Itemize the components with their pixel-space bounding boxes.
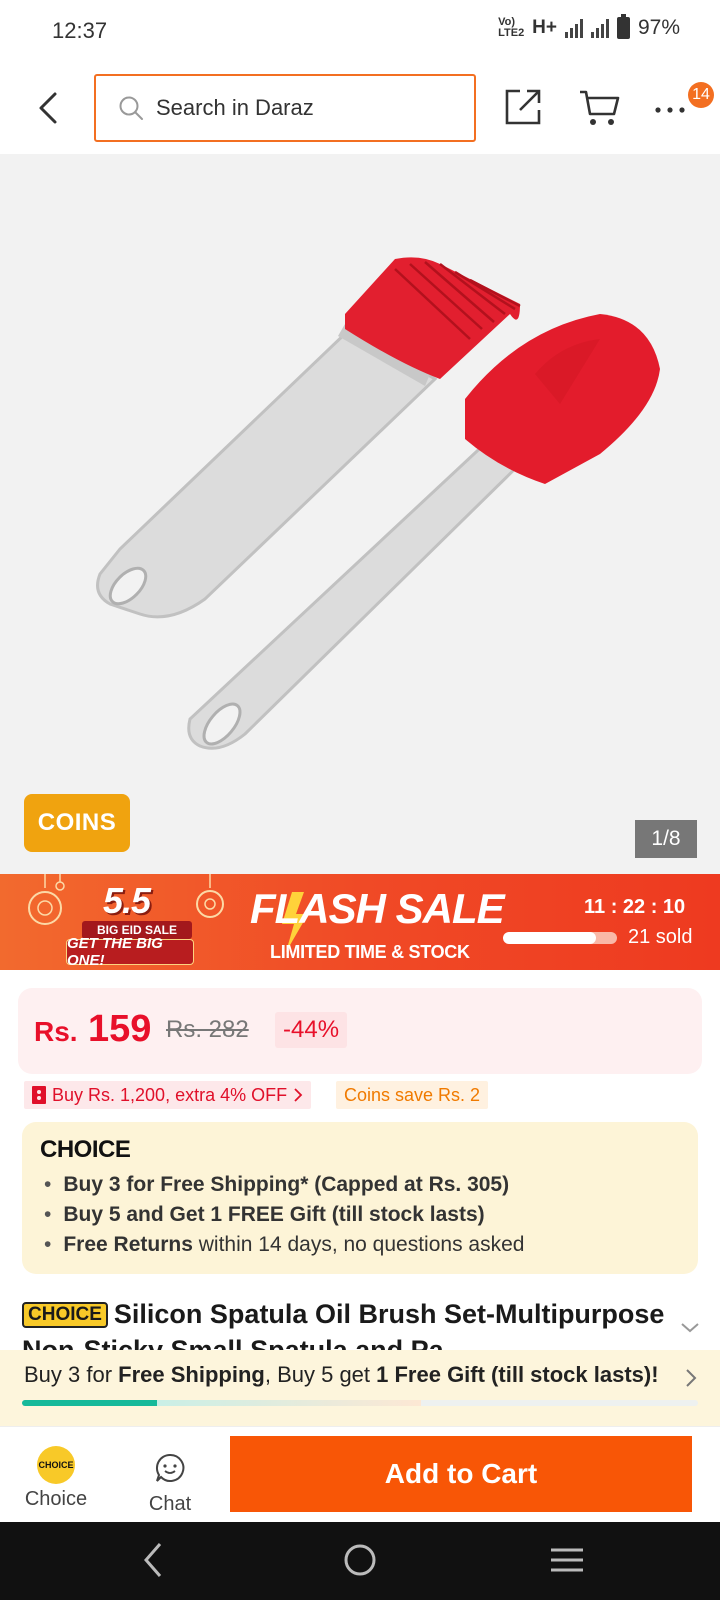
strip-bold: Free Shipping <box>118 1362 265 1387</box>
image-counter: 1/8 <box>635 820 697 858</box>
product-photo <box>96 257 660 750</box>
cart-button[interactable] <box>578 88 620 128</box>
add-to-cart-button[interactable]: Add to Cart <box>230 1436 692 1512</box>
chat-button[interactable]: Chat <box>136 1452 204 1515</box>
cart-icon <box>580 90 620 125</box>
nav-icons <box>144 1543 583 1577</box>
benefit-text: within 14 days, no questions asked <box>192 1233 525 1256</box>
search-placeholder: Search in Daraz <box>156 95 314 120</box>
voucher-text: Buy Rs. 1,200, extra 4% OFF <box>52 1084 288 1105</box>
coins-badge[interactable]: COINS <box>24 794 130 852</box>
strip-bold: 1 Free Gift (till stock lasts)! <box>376 1362 659 1387</box>
event-slogan: GET THE BIG ONE! <box>66 935 194 969</box>
progress-segment-1 <box>22 1400 158 1406</box>
price-currency: Rs. <box>34 1016 78 1047</box>
product-title-text: Silicon Spatula Oil Brush Set-Multipurpo… <box>22 1299 665 1352</box>
countdown-timer: 11 : 22 : 10 <box>584 896 686 918</box>
battery-icon <box>616 14 630 39</box>
chat-label: Chat <box>148 1493 192 1515</box>
original-price: Rs. 282 <box>166 1016 249 1043</box>
sold-count: 21 sold <box>628 926 693 948</box>
coins-save-chip[interactable]: Coins save Rs. 2 <box>336 1081 489 1109</box>
strip-text: Buy 3 for <box>24 1362 119 1387</box>
strip-text: , Buy 5 get <box>264 1362 377 1387</box>
choice-label: Choice <box>24 1488 88 1510</box>
strip-chevron[interactable] <box>682 1366 700 1390</box>
cart-count-badge: 14 <box>688 82 714 108</box>
choice-icon: CHOICE <box>37 1446 75 1484</box>
share-icon <box>505 89 541 125</box>
flash-sale-title: FLASH SALE <box>250 885 505 932</box>
nav-back-icon <box>144 1543 162 1577</box>
event-number: 5.5 <box>103 880 151 921</box>
voucher-chip[interactable]: Buy Rs. 1,200, extra 4% OFF <box>24 1081 312 1109</box>
free-shipping-progress <box>22 1400 698 1406</box>
progress-segment-2 <box>157 1400 421 1406</box>
chevron-right-icon <box>686 1369 697 1387</box>
share-button[interactable] <box>504 88 542 126</box>
system-nav-bar <box>0 1522 720 1600</box>
benefit-bold: Free Returns <box>63 1233 193 1256</box>
chevron-left-icon <box>39 92 57 124</box>
product-image[interactable] <box>0 154 720 874</box>
lte-label: Vo) LTE2 <box>498 16 525 39</box>
signal-icon <box>564 18 583 38</box>
choice-tag: CHOICE <box>22 1302 108 1328</box>
free-shipping-text: Buy 3 for Free Shipping, Buy 5 get 1 Fre… <box>24 1362 659 1388</box>
chat-icon <box>155 1453 185 1482</box>
benefit-item: Buy 3 for Free Shipping* (Capped at Rs. … <box>44 1170 524 1200</box>
sold-progress-fill <box>503 932 597 944</box>
product-title[interactable]: CHOICE Silicon Spatula Oil Brush Set-Mult… <box>22 1296 682 1352</box>
current-price: 159 <box>88 1008 152 1050</box>
flash-sale-subtitle: LIMITED TIME & STOCK <box>270 942 470 962</box>
nav-home-icon <box>344 1544 376 1576</box>
sold-progress-bar <box>503 932 617 944</box>
status-icons: Vo) LTE2 H+ 97% <box>498 14 680 40</box>
more-icon <box>655 107 685 113</box>
chevron-right-icon <box>294 1088 303 1102</box>
search-icon <box>119 96 143 120</box>
benefit-text: Buy 3 for Free Shipping* (Capped at Rs. … <box>63 1173 510 1196</box>
benefit-item: Buy 5 and Get 1 FREE Gift (till stock la… <box>44 1200 524 1230</box>
benefit-text: Buy 5 and Get 1 FREE Gift (till stock la… <box>63 1203 485 1226</box>
benefit-item: Free Returns within 14 days, no question… <box>44 1230 524 1260</box>
choice-logo: CHOICE <box>40 1136 131 1163</box>
search-input[interactable]: Search in Daraz <box>94 74 476 142</box>
voucher-icon <box>32 1086 46 1104</box>
back-button[interactable] <box>30 88 66 128</box>
choice-benefits-list: Buy 3 for Free Shipping* (Capped at Rs. … <box>44 1170 524 1260</box>
chevron-down-icon <box>681 1323 699 1333</box>
expand-title-button[interactable] <box>678 1318 702 1338</box>
battery-percent: 97% <box>637 16 680 39</box>
network-type: H+ <box>532 17 557 38</box>
discount-badge: -44% <box>275 1012 348 1048</box>
clock: 12:37 <box>52 18 108 43</box>
nav-recents-icon <box>551 1548 583 1572</box>
choice-button[interactable]: CHOICE Choice <box>22 1446 90 1512</box>
signal-icon-2 <box>590 18 609 38</box>
